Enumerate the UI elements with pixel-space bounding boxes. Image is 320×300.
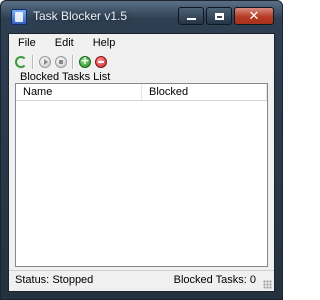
refresh-icon[interactable] (15, 56, 27, 68)
column-header-name[interactable]: Name (16, 84, 142, 100)
resize-grip-icon[interactable] (263, 280, 272, 289)
play-icon[interactable] (39, 56, 51, 68)
menu-help[interactable]: Help (84, 34, 126, 53)
close-icon: ✕ (248, 8, 260, 24)
toolbar (9, 53, 274, 71)
menu-file[interactable]: File (9, 34, 46, 53)
status-label: Status: (15, 274, 50, 286)
list-header: Name Blocked (16, 84, 267, 101)
stop-icon[interactable] (55, 56, 67, 68)
minimize-icon (186, 18, 196, 20)
blocked-count-value: 0 (249, 274, 256, 286)
status-bar: Status: Stopped Blocked Tasks: 0 (9, 270, 274, 291)
blocked-count-label: Blocked Tasks: (173, 274, 247, 286)
window-controls: ✕ (178, 7, 274, 25)
app-window: Task Blocker v1.5 ✕ File Edit Help Block… (0, 0, 283, 300)
toolbar-separator (32, 55, 34, 69)
menu-bar: File Edit Help (9, 34, 274, 53)
remove-icon[interactable] (95, 56, 107, 68)
status-state: Status: Stopped (15, 274, 93, 286)
add-icon[interactable] (79, 54, 91, 68)
window-title: Task Blocker v1.5 (33, 9, 128, 23)
close-button[interactable]: ✕ (234, 7, 274, 25)
blocked-tasks-label: Blocked Tasks List (20, 71, 111, 83)
maximize-button[interactable] (206, 7, 232, 25)
status-value: Stopped (52, 274, 94, 286)
minimize-button[interactable] (178, 7, 204, 25)
menu-edit[interactable]: Edit (46, 34, 84, 53)
maximize-icon (214, 12, 224, 20)
client-area: File Edit Help Blocked Tasks List Name B… (8, 33, 275, 292)
status-count: Blocked Tasks: 0 (174, 274, 256, 286)
toolbar-separator (72, 55, 74, 69)
title-bar[interactable]: Task Blocker v1.5 ✕ (1, 1, 282, 33)
app-icon[interactable] (11, 9, 27, 25)
blocked-tasks-list[interactable]: Name Blocked (15, 83, 268, 267)
column-header-blocked[interactable]: Blocked (142, 84, 267, 100)
